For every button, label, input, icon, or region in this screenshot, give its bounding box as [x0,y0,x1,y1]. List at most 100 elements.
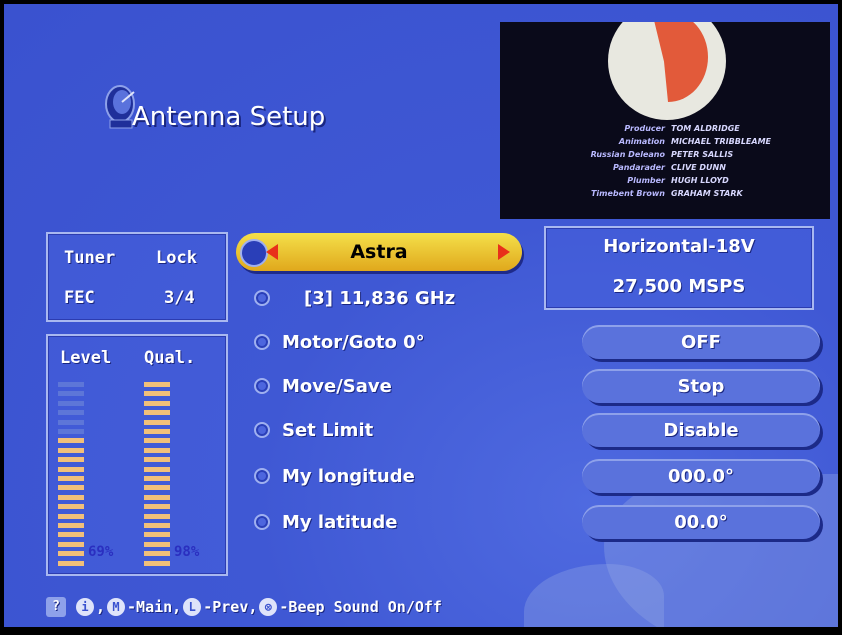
bar-segment [58,438,84,444]
credit-name: HUGH LLOYD [671,176,729,185]
bar-segment [58,504,84,510]
quality-label: Qual. [144,348,196,368]
transponder-item[interactable]: [3] 11,836 GHz [254,285,455,311]
menu-item-set-limit[interactable]: Set Limit [254,417,373,443]
bullet-icon [254,422,270,438]
bar-segment [144,476,170,481]
bar-segment [58,523,84,528]
lock-label: Lock [156,248,197,268]
menu-label: Set Limit [282,419,374,441]
move-save-value[interactable]: Stop [582,369,820,403]
tv-screen: Antenna Setup Producer TOM ALDRIDGE Anima… [4,4,838,627]
info-key-icon[interactable]: i [76,598,94,616]
my-latitude-value[interactable]: 00.0° [582,505,820,539]
bar-segment [58,410,84,416]
bar-segment [144,438,170,444]
credit-name: GRAHAM STARK [671,189,743,198]
credit-name: TOM ALDRIDGE [671,124,740,133]
bullet-icon [254,468,270,484]
menu-label: My longitude [282,465,415,487]
menu-label: Motor/Goto 0° [282,331,425,353]
main-hint: -Main, [127,598,182,616]
bullet-icon [254,514,270,530]
credit-row: Pandarader CLIVE DUNN [540,163,830,176]
bar-segment [144,400,170,406]
credit-role: Producer [624,124,665,133]
bar-segment [58,532,84,538]
tuner-label: Tuner [64,248,116,268]
arrow-right-icon[interactable] [498,244,510,260]
bar-segment [58,457,84,463]
beep-hint: -Beep Sound On/Off [279,598,442,616]
menu-label: Move/Save [282,375,392,397]
credit-row: Producer TOM ALDRIDGE [540,124,830,137]
background-map-shape [524,564,664,627]
bar-segment [58,400,84,406]
motor-goto-value[interactable]: OFF [582,325,820,359]
set-limit-value[interactable]: Disable [582,413,820,447]
credit-row: Plumber HUGH LLOYD [540,176,830,189]
credit-row: Animation MICHAEL TRIBBLEAME [540,137,830,150]
page-title: Antenna Setup [132,102,326,132]
bar-segment [58,382,84,387]
help-separator: , [96,598,106,616]
bar-segment [144,457,170,463]
signal-quality-panel: Level Qual. 69% 98% [46,334,228,576]
credit-name: MICHAEL TRIBBLEAME [671,137,772,146]
menu-item-my-longitude[interactable]: My longitude [254,463,415,489]
bar-segment [58,494,84,500]
bar-segment [58,466,84,472]
bar-segment [144,447,170,453]
menu-item-motor-goto[interactable]: Motor/Goto 0° [254,329,425,355]
bar-segment [58,485,84,491]
preview-credits: Producer TOM ALDRIDGE Animation MICHAEL TR… [540,124,830,202]
credit-role: Timebent Brown [590,189,665,198]
credit-role: Animation [618,137,665,146]
symbol-rate-text: 27,500 MSPS [612,276,746,297]
bar-segment [58,476,84,481]
video-preview: Producer TOM ALDRIDGE Animation MICHAEL TR… [500,22,830,219]
fec-value: 3/4 [164,288,195,308]
menu-label: My latitude [282,511,398,533]
bar-segment [58,560,84,566]
bar-segment [144,504,170,510]
transponder-info-panel: Horizontal-18V 27,500 MSPS [544,226,814,310]
bar-segment [144,410,170,416]
bar-segment [144,513,170,519]
credit-role: Plumber [627,176,665,185]
credit-row: Timebent Brown GRAHAM STARK [540,189,830,202]
fec-label: FEC [64,288,95,308]
menu-item-move-save[interactable]: Move/Save [254,373,392,399]
credit-name: CLIVE DUNN [671,163,726,172]
bar-segment [58,391,84,397]
polarization-text: Horizontal-18V [603,236,755,257]
bar-segment [58,541,84,547]
bar-segment [144,551,170,557]
bar-segment [58,429,84,434]
beep-key-icon[interactable]: ⊗ [259,598,278,616]
main-key-icon[interactable]: M [107,598,126,616]
bullet-icon [254,334,270,350]
bar-segment [144,532,170,538]
satellite-name: Astra [350,241,408,263]
credit-row: Russian Deleano PETER SALLIS [540,150,830,163]
bar-segment [58,551,84,557]
satellite-selector[interactable]: Astra [236,233,522,271]
bullet-icon [254,290,270,306]
quality-bar [144,382,170,570]
help-icon[interactable]: ? [46,597,66,617]
bar-segment [144,466,170,472]
my-longitude-value[interactable]: 000.0° [582,459,820,493]
credit-role: Russian Deleano [590,150,665,159]
bar-segment [144,382,170,387]
credit-role: Pandarader [612,163,665,172]
bar-segment [144,523,170,528]
transponder-label: [3] 11,836 GHz [304,287,456,309]
bar-segment [58,513,84,519]
menu-item-my-latitude[interactable]: My latitude [254,509,398,535]
prev-hint: -Prev, [203,598,258,616]
prev-key-icon[interactable]: L [183,598,202,616]
bar-segment [58,447,84,453]
bar-segment [144,391,170,397]
quality-percent: 98% [174,544,200,560]
